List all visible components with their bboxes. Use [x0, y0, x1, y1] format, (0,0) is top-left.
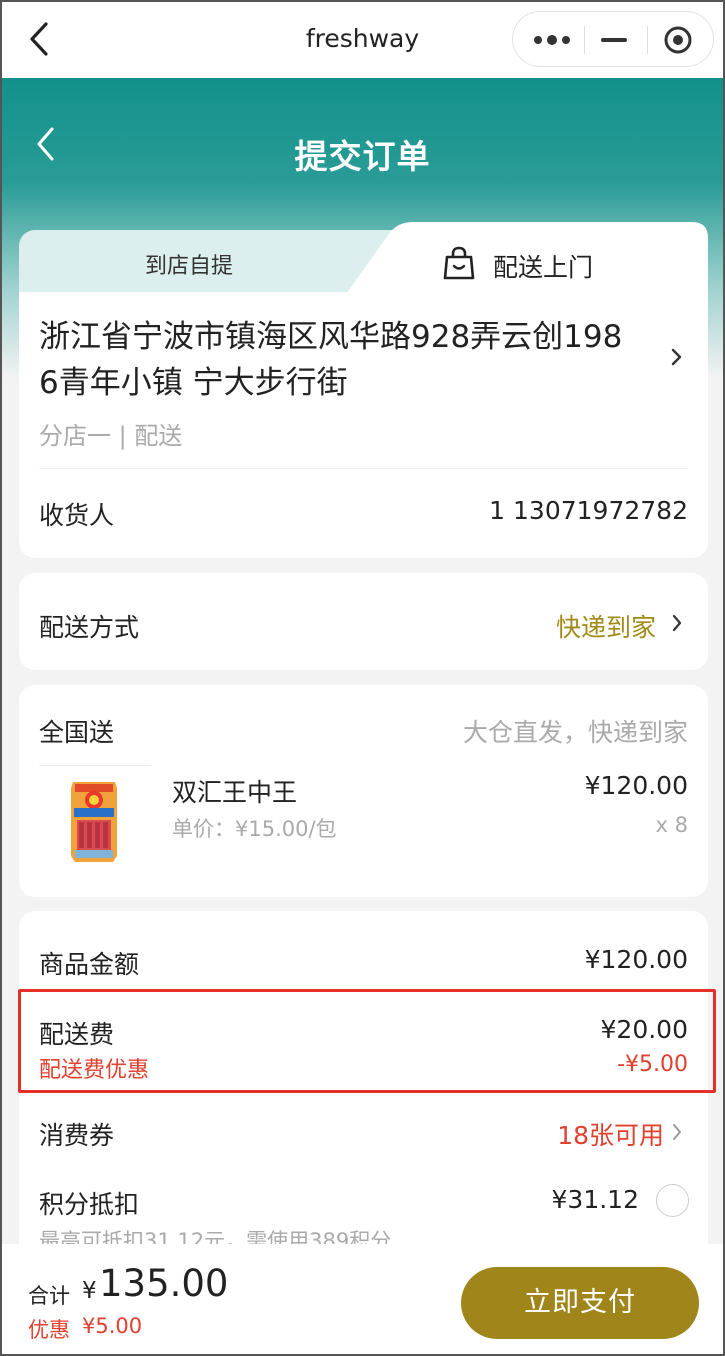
order-summary-card: 商品金额 ¥120.00 配送费 ¥20.00 配送费优惠 -¥5.00 消费券…	[19, 911, 708, 1291]
chevron-right-icon[interactable]	[672, 1123, 682, 1141]
points-value: ¥31.12	[551, 1185, 639, 1214]
product-price: ¥120.00	[584, 771, 688, 800]
close-circle-icon[interactable]	[662, 24, 694, 56]
divider	[39, 468, 688, 469]
goods-amount-label: 商品金额	[39, 950, 140, 979]
points-toggle-radio[interactable]	[656, 1184, 689, 1217]
chevron-right-icon[interactable]	[669, 346, 683, 368]
receiver-value: 1 13071972782	[489, 496, 688, 525]
product-thumbnail[interactable]	[39, 765, 151, 865]
capsule-divider	[584, 26, 585, 54]
product-quantity: x 8	[655, 813, 688, 837]
capsule-divider	[647, 26, 648, 54]
receiver-label: 收货人	[39, 501, 115, 530]
capsule-menu	[512, 11, 714, 67]
shopping-bag-icon	[443, 246, 475, 280]
sausage-pack-image	[71, 782, 117, 862]
address-line-1: 浙江省宁波市镇海区风华路928弄云创198	[39, 319, 623, 355]
delivery-address: 浙江省宁波市镇海区风华路928弄云创198 6青年小镇 宁大步行街	[39, 314, 659, 406]
highlight-annotation-box	[18, 989, 716, 1093]
total-currency: ¥	[82, 1278, 97, 1304]
address-line-2: 6青年小镇 宁大步行街	[39, 365, 348, 401]
address-card: 到店自提 配送上门 浙江省宁波市镇海区风华路928弄云创198 6青年小镇 宁大…	[19, 222, 708, 558]
product-card: 全国送 大仓直发，快递到家 双汇王中王 单价：¥15.00/包 ¥120.00 …	[19, 685, 708, 897]
total-amount: 135.00	[99, 1262, 229, 1305]
points-label: 积分抵扣	[39, 1190, 140, 1219]
pay-now-button[interactable]: 立即支付	[461, 1267, 699, 1339]
ship-scope-label: 全国送	[39, 718, 115, 747]
mini-program-nav-bar: freshway	[0, 0, 725, 78]
chevron-right-icon[interactable]	[671, 613, 683, 633]
delivery-method-row[interactable]: 配送方式 快递到家	[19, 573, 708, 670]
store-delivery-info: 分店一 | 配送	[39, 422, 183, 450]
page-title: 提交订单	[294, 137, 431, 176]
product-name[interactable]: 双汇王中王	[172, 773, 297, 809]
checkout-bar: 合计 ¥ 135.00 优惠 ¥5.00 立即支付	[0, 1244, 725, 1356]
product-unit-price: 单价：¥15.00/包	[172, 817, 337, 841]
delivery-method-label: 配送方式	[39, 613, 140, 642]
tab-pickup-label[interactable]: 到店自提	[145, 248, 233, 280]
tab-delivery-label[interactable]: 配送上门	[493, 248, 593, 284]
minimize-icon[interactable]	[599, 26, 629, 54]
discount-label: 优惠	[28, 1318, 70, 1342]
delivery-method-value[interactable]: 快递到家	[556, 608, 656, 644]
more-dots-icon[interactable]	[533, 26, 573, 54]
goods-amount-value: ¥120.00	[584, 945, 688, 974]
address-body[interactable]: 浙江省宁波市镇海区风华路928弄云创198 6青年小镇 宁大步行街 分店一 | …	[19, 292, 708, 558]
ship-note: 大仓直发，快递到家	[462, 718, 688, 747]
discount-value: ¥5.00	[82, 1314, 143, 1338]
total-label: 合计	[28, 1284, 70, 1308]
coupon-value[interactable]: 18张可用	[557, 1116, 664, 1152]
coupon-label: 消费券	[39, 1121, 115, 1150]
